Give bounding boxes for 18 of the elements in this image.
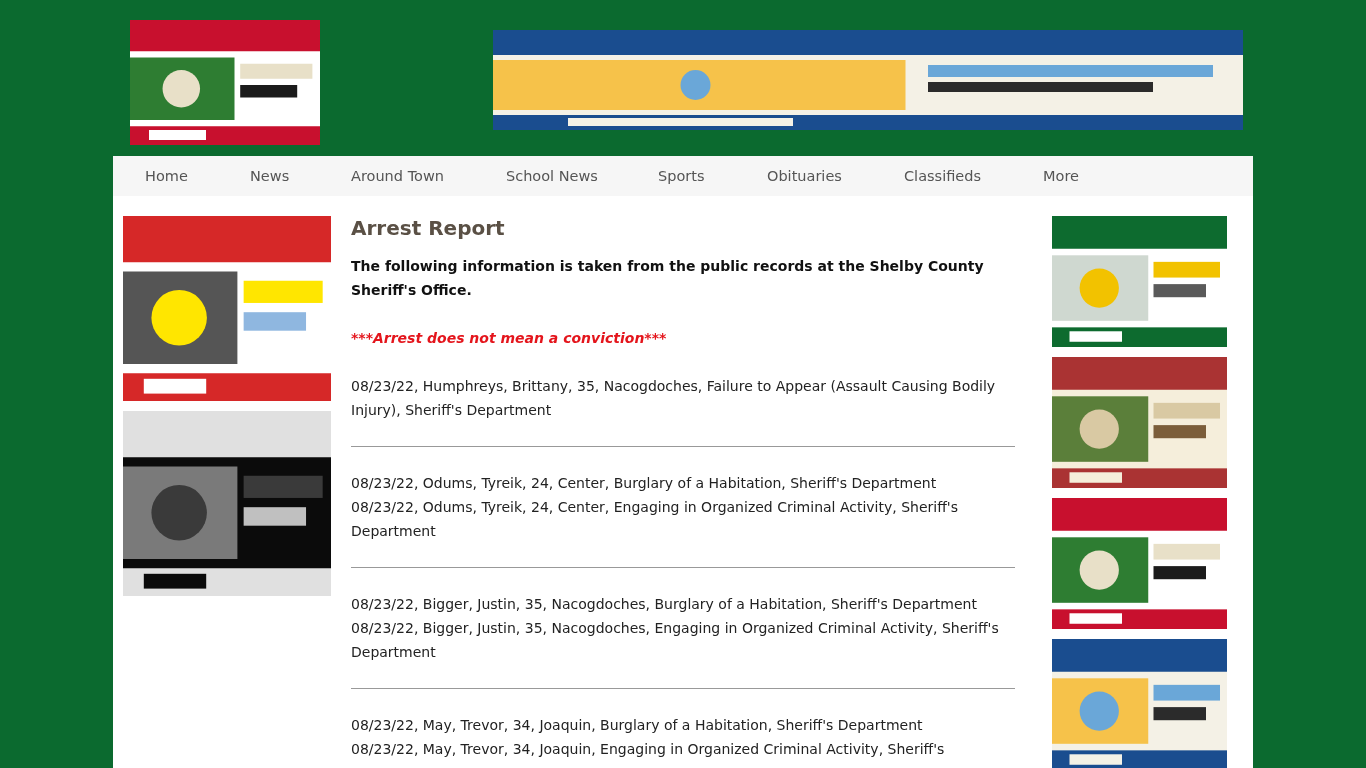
- nav-link[interactable]: More: [1043, 168, 1079, 184]
- article-title: Arrest Report: [351, 216, 506, 240]
- arrest-record: 08/23/22, Bigger, Justin, 35, Nacogdoches, Burglary of a Habitation, Sheriff's Department: [351, 595, 978, 614]
- arrest-record: 08/23/22, May, Trevor, 34, Joaquin, Burglary of a Habitation, Sheriff's Department: [351, 716, 924, 735]
- nav-link[interactable]: School News: [506, 168, 658, 184]
- nav-link[interactable]: Classifieds: [904, 168, 1043, 184]
- arrest-record: 08/23/22, Humphreys, Brittany, 35, Nacogdoches, Failure to Appear (Assault Causing Bodily Injury), Sheriff's Department: [351, 377, 997, 420]
- nav-link[interactable]: Obituaries: [767, 168, 904, 184]
- intro-text: The following information is taken from the public records at the Shelby County Sheriff's Office.: [351, 257, 985, 300]
- arrest-record: 08/23/22, May, Trevor, 34, Joaquin, Engaging in Organized Criminal Activity, Sheriff's: [351, 740, 946, 759]
- nav-link[interactable]: News: [250, 168, 351, 184]
- arrest-record: 08/23/22, Odums, Tyreik, 24, Center, Engaging in Organized Criminal Activity, Sheriff's Department: [351, 498, 959, 541]
- arrest-record: 08/23/22, Bigger, Justin, 35, Nacogdoches, Engaging in Organized Criminal Activity, Sheriff's Department: [351, 619, 1000, 662]
- nav-link[interactable]: Sports: [658, 168, 767, 184]
- arrest-record: 08/23/22, Odums, Tyreik, 24, Center, Burglary of a Habitation, Sheriff's Department: [351, 474, 938, 493]
- notice-text: ***Arrest does not mean a conviction***: [351, 329, 668, 348]
- nav-link[interactable]: Around Town: [351, 168, 506, 184]
- nav-link[interactable]: Home: [145, 168, 250, 184]
